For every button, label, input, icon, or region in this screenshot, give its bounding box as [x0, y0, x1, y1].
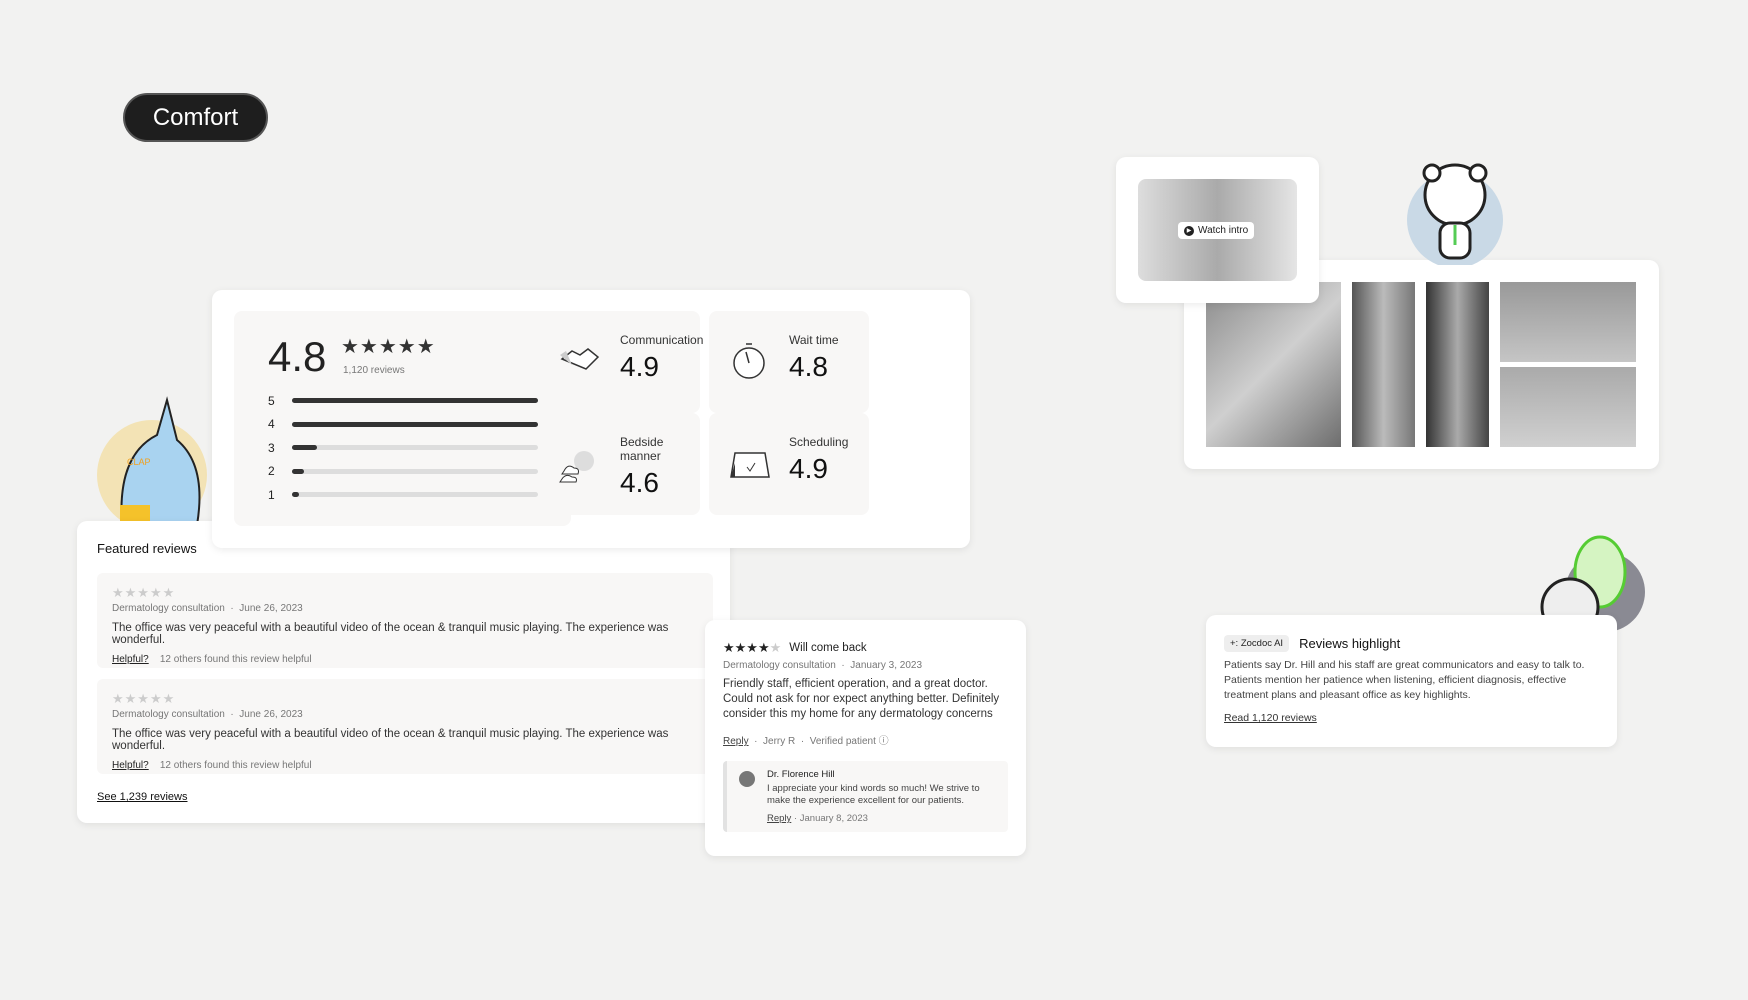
review-text: The office was very peaceful with a beau…	[112, 728, 669, 752]
rating-bar	[292, 492, 538, 498]
rating-stars: ★★★★★	[112, 585, 176, 600]
doctor-response: Dr. Florence Hill I appreciate your kind…	[723, 761, 1008, 832]
overall-rating-panel: 4.8 ★★★★★ 1,120 reviews 5 4 3 2 1	[234, 311, 571, 526]
doctor-video-thumbnail[interactable]: ▶ Watch intro	[1138, 179, 1297, 281]
metric-label: Communication	[620, 333, 704, 347]
read-reviews-link[interactable]: Read 1,120 reviews	[1224, 712, 1599, 724]
helpful-count: 12 others found this review helpful	[159, 654, 312, 665]
rating-bar-row: 4	[268, 413, 538, 437]
star-level: 1	[268, 487, 275, 502]
reply-link[interactable]: Reply	[767, 813, 791, 824]
metric-scheduling: Scheduling 4.9	[709, 413, 869, 515]
metric-label: Bedside manner	[620, 435, 664, 463]
helpful-count: 12 others found this review helpful	[159, 760, 312, 771]
review-title: Will come back	[789, 642, 867, 654]
info-icon[interactable]: ⓘ	[879, 736, 889, 747]
metric-value: 4.6	[620, 467, 659, 498]
rating-bar-fill	[292, 492, 300, 498]
helpful-link[interactable]: Helpful?	[112, 654, 149, 665]
review-item: ★★★★★ Dermatology consultation · June 26…	[97, 573, 713, 668]
reviews-highlight-card: +: Zocdoc AI Reviews highlight Patients …	[1206, 615, 1617, 747]
rating-bar-row: 5	[268, 389, 538, 413]
metric-communication: Communication 4.9	[540, 311, 704, 413]
watch-intro-button[interactable]: ▶ Watch intro	[1178, 222, 1255, 239]
rating-bar-row: 3	[268, 436, 538, 460]
review-type: Dermatology consultation	[112, 709, 225, 720]
review-card: ★★★★★ Will come back Dermatology consult…	[705, 620, 1026, 856]
review-type: Dermatology consultation	[723, 660, 836, 671]
stopwatch-icon	[733, 343, 765, 379]
comfort-tag: Comfort	[123, 93, 268, 142]
rating-stars: ★★★★★	[723, 640, 782, 655]
rating-bar	[292, 421, 538, 427]
review-type: Dermatology consultation	[112, 603, 225, 614]
photo[interactable]	[1352, 282, 1415, 447]
rating-stars: ★★★★★	[112, 691, 176, 706]
review-date: June 26, 2023	[239, 709, 303, 720]
review-date: June 26, 2023	[239, 603, 303, 614]
metric-label: Scheduling	[789, 435, 849, 449]
review-text: The office was very peaceful with a beau…	[112, 622, 669, 646]
rating-bar	[292, 398, 538, 404]
review-item: ★★★★★ Dermatology consultation · June 26…	[97, 679, 713, 774]
rating-bar-fill	[292, 468, 305, 474]
review-count: 1,120 reviews	[343, 365, 405, 376]
star-level: 3	[268, 440, 275, 455]
rating-bar-fill	[292, 445, 317, 451]
metric-bedside-manner: Bedside manner 4.6	[540, 413, 700, 515]
star-level: 5	[268, 393, 275, 408]
photo[interactable]	[1500, 367, 1636, 447]
metric-wait-time: Wait time 4.8	[709, 311, 869, 413]
clap-text: CLAP	[127, 457, 151, 467]
rating-bar-row: 2	[268, 460, 538, 484]
see-all-reviews-link[interactable]: See 1,239 reviews	[97, 791, 188, 803]
overall-rating: 4.8	[268, 333, 327, 380]
response-text: I appreciate your kind words so much! We…	[767, 783, 980, 806]
helpful-link[interactable]: Helpful?	[112, 760, 149, 771]
sun-cloud-icon	[559, 451, 594, 483]
play-icon: ▶	[1184, 225, 1194, 236]
highlight-text: Patients say Dr. Hill and his staff are …	[1224, 659, 1585, 701]
metric-label: Wait time	[789, 333, 839, 347]
calendar-check-icon	[730, 452, 770, 478]
metric-value: 4.9	[789, 453, 828, 484]
rating-bar	[292, 468, 538, 474]
rating-summary-card: 4.8 ★★★★★ 1,120 reviews 5 4 3 2 1 Communicat…	[212, 290, 970, 548]
bear-mascot-illustration	[1407, 163, 1503, 265]
zocdoc-ai-badge: +: Zocdoc AI	[1224, 635, 1290, 652]
metric-value: 4.9	[620, 351, 659, 382]
rating-bar-fill	[292, 398, 538, 404]
handshake-icon	[560, 348, 600, 370]
rating-bar-fill	[292, 421, 538, 427]
review-date: January 3, 2023	[850, 660, 923, 671]
doctor-avatar	[739, 771, 755, 787]
review-text: Friendly staff, efficient operation, and…	[723, 678, 1000, 720]
response-date: January 8, 2023	[799, 813, 868, 824]
metric-value: 4.8	[789, 351, 828, 382]
reply-link[interactable]: Reply	[723, 736, 749, 747]
highlight-title: Reviews highlight	[1299, 636, 1401, 651]
star-level: 4	[268, 417, 275, 432]
star-level: 2	[268, 464, 275, 479]
featured-reviews-title: Featured reviews	[97, 541, 197, 556]
photo[interactable]	[1500, 282, 1636, 362]
clapping-mascot-illustration: CLAP	[97, 396, 207, 525]
rating-bar	[292, 445, 538, 451]
featured-reviews-card: Featured reviews ★★★★★ Dermatology consu…	[77, 521, 730, 823]
rating-stars: ★★★★★	[341, 336, 436, 358]
photo[interactable]	[1206, 282, 1341, 447]
photo[interactable]	[1426, 282, 1489, 447]
verified-label: Verified patient	[809, 736, 876, 747]
responder-name: Dr. Florence Hill	[767, 769, 835, 780]
review-author: Jerry R	[763, 736, 796, 747]
rating-bar-row: 1	[268, 483, 538, 507]
video-card: ▶ Watch intro	[1116, 157, 1319, 303]
rating-distribution: 5 4 3 2 1	[268, 389, 538, 507]
